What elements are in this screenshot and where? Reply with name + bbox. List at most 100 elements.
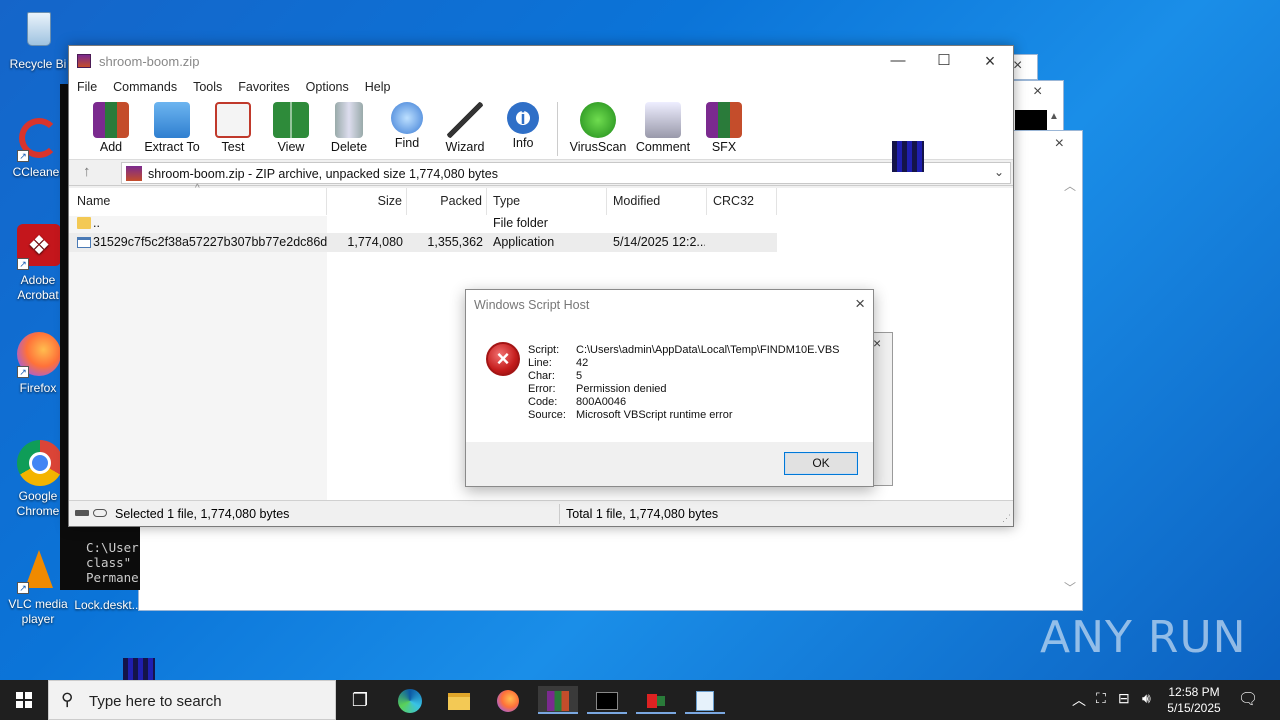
- status-divider: [559, 504, 560, 524]
- network-icon[interactable]: ⛶: [1096, 690, 1106, 707]
- path-text: shroom-boom.zip - ZIP archive, unpacked …: [148, 167, 498, 181]
- window-title: shroom-boom.zip: [99, 54, 200, 69]
- chevron-down-icon[interactable]: ⌄: [994, 165, 1004, 179]
- dialog-close-button[interactable]: ×: [855, 294, 865, 314]
- ethernet-icon[interactable]: ⊟: [1118, 690, 1130, 707]
- desktop-icon-label: CCleaner: [12, 165, 64, 179]
- ccleaner-icon: ↗: [15, 116, 61, 162]
- shortcut-arrow-icon: ↗: [17, 150, 29, 162]
- shortcut-arrow-icon: ↗: [17, 258, 29, 270]
- taskbar-search-box[interactable]: ⚲ Type here to search: [48, 680, 336, 720]
- shortcut-arrow-icon: ↗: [17, 582, 29, 594]
- status-selected: Selected 1 file, 1,774,080 bytes: [115, 507, 290, 521]
- cell-type: Application: [493, 235, 555, 249]
- scroll-up-icon[interactable]: ▲: [1049, 111, 1059, 122]
- script-error-dialog: Windows Script Host × × Script: C:\Users\…: [465, 289, 874, 487]
- close-icon[interactable]: ×: [1013, 57, 1022, 75]
- anyrun-watermark: ANY RUN: [1040, 612, 1247, 663]
- name-column-shade: [69, 216, 327, 500]
- column-header-size[interactable]: Size: [327, 188, 407, 215]
- system-clock[interactable]: 12:58 PM 5/15/2025: [1164, 684, 1224, 716]
- table-row[interactable]: 31529c7f5c2f38a57227b307bb77e2dc86d28...…: [69, 233, 777, 252]
- sfx-button[interactable]: SFX: [696, 98, 752, 154]
- folder-icon: [77, 217, 91, 229]
- archive-books-icon: [93, 102, 129, 138]
- search-placeholder: Type here to search: [89, 693, 222, 710]
- error-details: Script: C:\Users\admin\AppData\Local\Temp…: [528, 344, 840, 422]
- detail-row: Error: Permission denied: [528, 383, 667, 395]
- drive-icon: [75, 510, 89, 516]
- menu-options[interactable]: Options: [306, 80, 349, 94]
- search-icon: ⚲: [61, 690, 74, 709]
- magnifier-icon: [391, 102, 423, 134]
- desktop-icon-lock-desktop[interactable]: Lock.deskt...: [70, 598, 146, 613]
- menu-commands[interactable]: Commands: [113, 80, 177, 94]
- menu-favorites[interactable]: Favorites: [238, 80, 289, 94]
- column-header-crc32[interactable]: CRC32: [707, 188, 777, 215]
- delete-button[interactable]: Delete: [321, 98, 377, 154]
- table-row[interactable]: .. File folder: [69, 214, 777, 233]
- toolbar-separator: [557, 102, 558, 156]
- close-icon[interactable]: ×: [1033, 83, 1042, 101]
- start-button[interactable]: [0, 680, 48, 720]
- extract-to-button[interactable]: Extract To: [141, 98, 203, 154]
- chevron-up-icon[interactable]: ︿: [1072, 690, 1086, 710]
- desktop-icon-label: Google Chrome: [16, 489, 60, 518]
- view-button[interactable]: View: [263, 98, 319, 154]
- edge-icon[interactable]: [390, 686, 430, 714]
- cell-name: ..: [93, 216, 100, 230]
- firefox-icon[interactable]: [488, 686, 528, 714]
- virusscan-button[interactable]: VirusScan: [566, 98, 630, 154]
- menu-tools[interactable]: Tools: [193, 80, 222, 94]
- menu-file[interactable]: File: [77, 80, 97, 94]
- status-bar: Selected 1 file, 1,774,080 bytes Total 1…: [69, 500, 1013, 526]
- key-icon: [93, 509, 107, 517]
- resize-grip-icon[interactable]: ⋰: [1002, 513, 1011, 524]
- title-bar[interactable]: shroom-boom.zip — ☐ ×: [69, 46, 1013, 76]
- test-button[interactable]: Test: [205, 98, 261, 154]
- maximize-button[interactable]: ☐: [921, 50, 967, 72]
- wizard-button[interactable]: Wizard: [437, 98, 493, 154]
- archive-icon: [126, 166, 142, 181]
- close-icon[interactable]: ×: [1055, 135, 1064, 153]
- info-button[interactable]: i Info: [495, 98, 551, 150]
- scroll-down-icon[interactable]: ﹀: [1064, 579, 1076, 596]
- script-host-icon[interactable]: [636, 686, 676, 714]
- notification-icon[interactable]: 🗨︎: [1238, 689, 1258, 709]
- console-line: C:\User: [86, 540, 139, 555]
- command-prompt-icon[interactable]: [587, 686, 627, 714]
- notepad-icon[interactable]: [685, 686, 725, 714]
- find-button[interactable]: Find: [379, 98, 435, 150]
- desktop-icon-label: VLC media player: [8, 597, 68, 626]
- comment-button[interactable]: Comment: [632, 98, 694, 154]
- detail-row: Line: 42: [528, 357, 589, 369]
- cell-size: 1,774,080: [347, 235, 403, 249]
- path-field[interactable]: shroom-boom.zip - ZIP archive, unpacked …: [121, 162, 1011, 184]
- close-icon[interactable]: ×: [873, 335, 881, 351]
- file-explorer-icon[interactable]: [439, 686, 479, 714]
- column-header-name[interactable]: Name: [69, 188, 327, 215]
- scroll-up-icon[interactable]: ︿: [1064, 177, 1076, 194]
- info-icon: i: [507, 102, 539, 134]
- add-button[interactable]: Add: [83, 98, 139, 154]
- virus-bug-icon: [580, 102, 616, 138]
- menu-help[interactable]: Help: [365, 80, 391, 94]
- task-view-icon[interactable]: ❐: [340, 686, 380, 714]
- console-line: class": [86, 555, 132, 570]
- column-header-modified[interactable]: Modified: [607, 188, 707, 215]
- column-header-type[interactable]: Type: [487, 188, 607, 215]
- close-button[interactable]: ×: [967, 50, 1013, 72]
- folder-icon: [154, 102, 190, 138]
- desktop-icon-recycle-bin[interactable]: Recycle Bi: [0, 8, 76, 72]
- minimize-button[interactable]: —: [875, 50, 921, 72]
- up-arrow-icon[interactable]: ↑: [83, 163, 91, 180]
- dialog-footer: OK: [466, 442, 873, 486]
- winrar-taskbar-icon[interactable]: [538, 686, 578, 714]
- console-line: Permane: [86, 570, 139, 585]
- cell-type: File folder: [493, 216, 548, 230]
- ok-button[interactable]: OK: [784, 452, 858, 475]
- background-dialog: ×: [872, 332, 893, 486]
- chrome-icon: [15, 440, 63, 486]
- column-header-packed[interactable]: Packed: [407, 188, 487, 215]
- volume-icon[interactable]: 🔊︎: [1142, 690, 1151, 707]
